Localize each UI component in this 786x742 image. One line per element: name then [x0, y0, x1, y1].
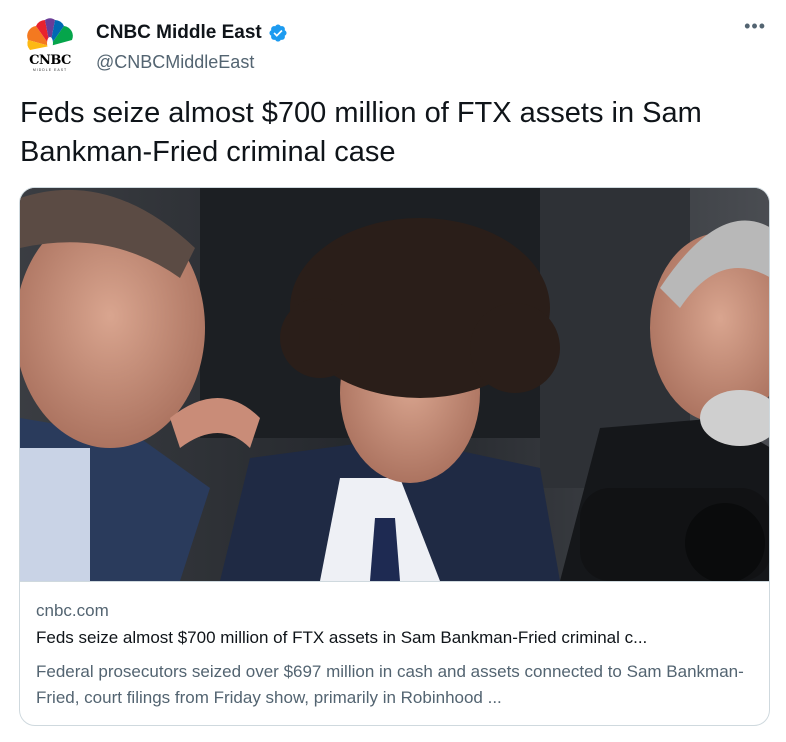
author-avatar[interactable]: CNBC MIDDLE EAST	[20, 16, 80, 76]
card-title: Feds seize almost $700 million of FTX as…	[36, 628, 648, 647]
card-divider	[20, 581, 769, 582]
avatar-wordmark: CNBC	[29, 53, 71, 68]
name-row: CNBC Middle East	[96, 22, 288, 44]
card-domain: cnbc.com	[36, 601, 109, 620]
card-description: Federal prosecutors seized over $697 mil…	[36, 662, 744, 707]
avatar-subtitle: MIDDLE EAST	[32, 68, 68, 72]
link-preview-card[interactable]: cnbc.com Feds seize almost $700 million …	[19, 187, 770, 726]
tweet-text: Feds seize almost $700 million of FTX as…	[20, 97, 702, 168]
card-image[interactable]	[20, 188, 769, 581]
more-options-icon[interactable]: •••	[744, 16, 766, 37]
verified-badge-icon	[269, 24, 287, 42]
author-handle[interactable]: @CNBCMiddleEast	[96, 52, 254, 73]
tweet-header: CNBC MIDDLE EAST CNBC Middle East @CNBCM…	[20, 14, 766, 78]
news-photo	[20, 188, 769, 581]
display-name[interactable]: CNBC Middle East	[96, 22, 262, 44]
